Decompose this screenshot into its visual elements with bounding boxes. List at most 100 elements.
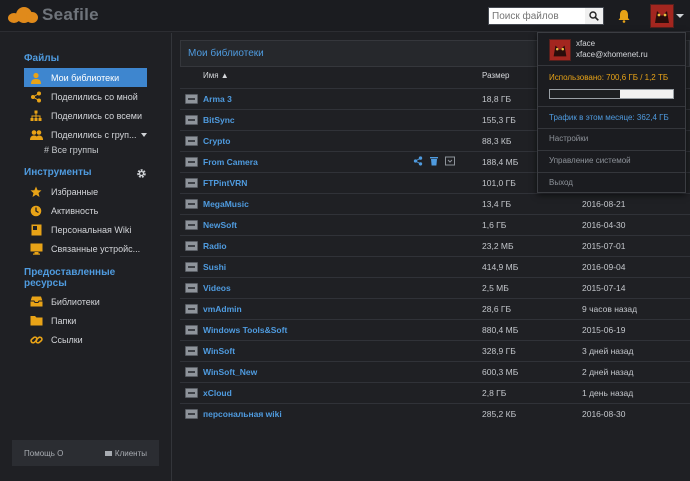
library-row[interactable]: Sushi 414,9 МБ 2016-09-04 xyxy=(180,256,690,277)
library-modified: 9 часов назад xyxy=(582,304,638,314)
brand-name: Seafile xyxy=(42,5,99,24)
avatar-image xyxy=(550,40,570,60)
library-size: 1,6 ГБ xyxy=(482,220,507,230)
sidebar-item-shared-with-me[interactable]: Поделились со мной xyxy=(24,87,147,106)
sidebar-item-folders[interactable]: Папки xyxy=(24,311,147,330)
library-name-link[interactable]: Sushi xyxy=(203,262,226,272)
logout-link[interactable]: Выход xyxy=(549,178,573,187)
library-name-link[interactable]: Crypto xyxy=(203,136,230,146)
library-row[interactable]: WinSoft_New 600,3 МБ 2 дней назад xyxy=(180,361,690,382)
sidebar-item-links[interactable]: Ссылки xyxy=(24,330,147,349)
seafile-logo[interactable]: Seafile xyxy=(8,5,99,25)
library-modified: 2 дней назад xyxy=(582,367,634,377)
sidebar-item-my-libraries[interactable]: Мои библиотеки xyxy=(24,68,147,87)
search-button[interactable] xyxy=(585,8,603,24)
sidebar-item-label: Папки xyxy=(51,315,77,326)
shared-resources-title-line1: Предоставленные xyxy=(24,267,116,278)
library-name-link[interactable]: FTPintVRN xyxy=(203,178,247,188)
library-name-link[interactable]: xCloud xyxy=(203,388,232,398)
chevron-down-icon[interactable] xyxy=(676,14,684,18)
sidebar-item-activity[interactable]: Активность xyxy=(24,201,147,220)
library-modified: 2016-09-04 xyxy=(582,262,626,272)
library-name-link[interactable]: NewSoft xyxy=(203,220,237,230)
settings-link[interactable]: Настройки xyxy=(549,134,588,143)
more-icon[interactable] xyxy=(445,156,455,166)
library-size: 18,8 ГБ xyxy=(482,94,512,104)
divider xyxy=(538,172,685,173)
library-name-link[interactable]: From Camera xyxy=(203,157,258,167)
file-search xyxy=(488,7,604,25)
library-name-link[interactable]: WinSoft xyxy=(203,346,235,356)
share-icon xyxy=(29,90,43,104)
library-name-link[interactable]: Videos xyxy=(203,283,231,293)
library-name-link[interactable]: vmAdmin xyxy=(203,304,242,314)
library-icon xyxy=(185,220,198,230)
library-name-link[interactable]: MegaMusic xyxy=(203,199,249,209)
library-row[interactable]: xCloud 2,8 ГБ 1 день назад xyxy=(180,382,690,403)
library-size: 2,5 МБ xyxy=(482,283,509,293)
library-row[interactable]: Videos 2,5 МБ 2015-07-14 xyxy=(180,277,690,298)
library-icon xyxy=(185,178,198,188)
files-section-title: Файлы xyxy=(24,53,60,64)
user-name: xface xyxy=(576,39,596,48)
library-modified: 2016-08-30 xyxy=(582,409,626,419)
column-header-name[interactable]: Имя ▲ xyxy=(203,71,229,80)
divider xyxy=(538,106,685,107)
library-name-link[interactable]: BitSync xyxy=(203,115,235,125)
library-icon xyxy=(185,241,198,251)
trash-icon[interactable] xyxy=(429,156,439,166)
sidebar-item-label: Поделились со всеми xyxy=(51,110,142,121)
library-icon xyxy=(185,136,198,146)
sidebar-item-label: Персональная Wiki xyxy=(51,224,132,235)
library-row[interactable]: Windows Tools&Soft 880,4 МБ 2015-06-19 xyxy=(180,319,690,340)
library-size: 285,2 КБ xyxy=(482,409,517,419)
library-icon xyxy=(185,304,198,314)
library-icon xyxy=(185,157,198,167)
traffic-text: Трафик в этом месяце: 362,4 ГБ xyxy=(549,113,669,122)
chevron-down-icon[interactable] xyxy=(140,132,147,137)
library-row[interactable]: Radio 23,2 МБ 2015-07-01 xyxy=(180,235,690,256)
library-row[interactable]: персональная wiki 285,2 КБ 2016-08-30 xyxy=(180,403,690,424)
admin-link[interactable]: Управление системой xyxy=(549,156,631,165)
library-name-link[interactable]: Radio xyxy=(203,241,227,251)
library-row[interactable]: MegaMusic 13,4 ГБ 2016-08-21 xyxy=(180,193,690,214)
library-size: 23,2 МБ xyxy=(482,241,514,251)
library-name-link[interactable]: Windows Tools&Soft xyxy=(203,325,287,335)
user-avatar[interactable] xyxy=(650,4,674,28)
sidebar-footer: Помощь O Клиенты xyxy=(12,440,159,466)
sidebar-item-favorites[interactable]: Избранные xyxy=(24,182,147,201)
help-link[interactable]: Помощь O xyxy=(24,449,63,458)
library-icon xyxy=(185,199,198,209)
inbox-icon xyxy=(29,295,43,309)
sidebar-item-label: Активность xyxy=(51,205,99,216)
column-header-size[interactable]: Размер xyxy=(482,71,510,80)
search-input[interactable] xyxy=(489,8,585,24)
all-groups-link[interactable]: # Все группы xyxy=(44,145,98,155)
library-icon xyxy=(185,283,198,293)
page-title: Мои библиотеки xyxy=(188,48,264,59)
sidebar-item-label: Избранные xyxy=(51,186,99,197)
library-row[interactable]: NewSoft 1,6 ГБ 2016-04-30 xyxy=(180,214,690,235)
library-size: 101,0 ГБ xyxy=(482,178,516,188)
library-name-link[interactable]: персональная wiki xyxy=(203,409,282,419)
library-row[interactable]: WinSoft 328,9 ГБ 3 дней назад xyxy=(180,340,690,361)
library-row[interactable]: vmAdmin 28,6 ГБ 9 часов назад xyxy=(180,298,690,319)
user-menu-dropdown: xface xface@xhomenet.ru Использовано: 70… xyxy=(537,32,686,193)
library-modified: 2015-06-19 xyxy=(582,325,626,335)
shared-resources-title-line2: ресурсы xyxy=(24,278,67,289)
bell-icon[interactable] xyxy=(617,9,631,23)
gear-icon[interactable] xyxy=(136,168,147,179)
org-icon xyxy=(29,109,43,123)
quota-bar xyxy=(549,89,674,99)
search-icon xyxy=(589,11,599,21)
library-name-link[interactable]: WinSoft_New xyxy=(203,367,257,377)
sidebar-item-linked-devices[interactable]: Связанные устройс... xyxy=(24,239,147,258)
share-icon[interactable] xyxy=(413,156,423,166)
sidebar-item-shared-with-all[interactable]: Поделились со всеми xyxy=(24,106,147,125)
clients-link[interactable]: Клиенты xyxy=(104,449,147,458)
sidebar-item-shared-with-groups[interactable]: Поделились с груп... xyxy=(24,125,147,144)
sidebar-item-label: Поделились с груп... xyxy=(51,129,137,140)
library-name-link[interactable]: Arma 3 xyxy=(203,94,232,104)
sidebar-item-public-libraries[interactable]: Библиотеки xyxy=(24,292,147,311)
sidebar-item-wiki[interactable]: Персональная Wiki xyxy=(24,220,147,239)
